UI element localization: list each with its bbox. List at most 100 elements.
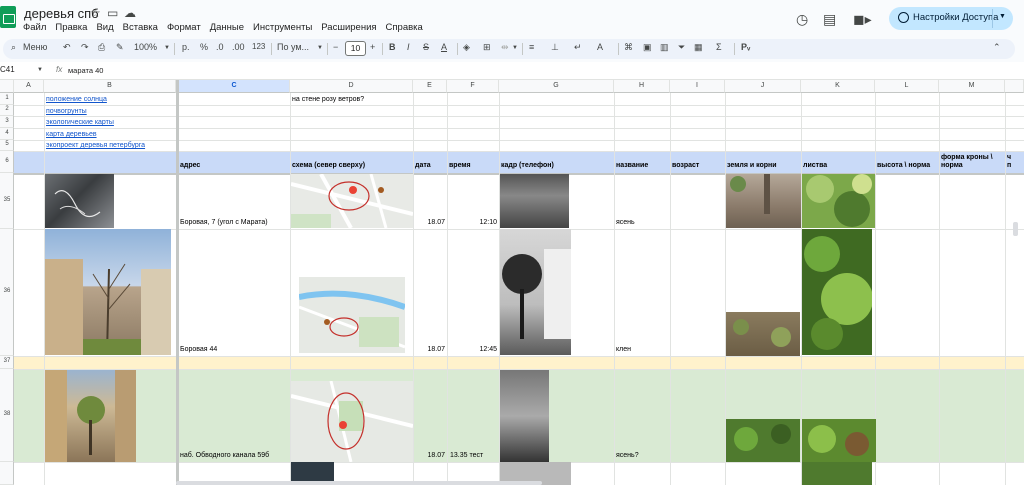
note-wind-rose[interactable]: на стене розу ветров? bbox=[292, 96, 364, 103]
insert-link-icon[interactable]: ⌘ bbox=[624, 42, 633, 53]
chevron-down-icon[interactable]: ▼ bbox=[999, 13, 1006, 20]
print-icon[interactable]: ⎙ bbox=[98, 42, 105, 53]
header-leaves[interactable]: листва bbox=[803, 162, 827, 169]
row-header[interactable] bbox=[0, 462, 14, 485]
column-header-e[interactable]: E bbox=[413, 80, 447, 93]
fill-color-icon[interactable]: ◈ bbox=[463, 42, 470, 53]
tree-photo[interactable] bbox=[45, 174, 114, 228]
column-header-b[interactable]: B bbox=[44, 80, 176, 93]
text-wrap-icon[interactable]: ↵ bbox=[574, 42, 582, 53]
font-size-decrease-icon[interactable]: − bbox=[333, 42, 338, 52]
menu-tools[interactable]: Инструменты bbox=[253, 22, 312, 33]
insert-chart-icon[interactable]: ▥ bbox=[660, 42, 669, 53]
vertical-align-icon[interactable]: ⊥ bbox=[551, 42, 559, 53]
chevron-down-icon[interactable]: ▼ bbox=[164, 45, 170, 51]
row38-name[interactable]: ясень? bbox=[616, 452, 639, 459]
meet-camera-icon[interactable]: ◼▸ bbox=[853, 11, 872, 28]
bold-icon[interactable]: B bbox=[389, 42, 396, 52]
menu-edit[interactable]: Правка bbox=[55, 22, 87, 33]
row-header[interactable]: 37 bbox=[0, 356, 14, 369]
menu-view[interactable]: Вид bbox=[96, 22, 113, 33]
text-rotation-icon[interactable]: A bbox=[597, 42, 603, 52]
row-header[interactable]: 6 bbox=[0, 151, 14, 173]
select-all-corner[interactable] bbox=[0, 80, 14, 93]
soil-roots-photo[interactable] bbox=[726, 174, 801, 228]
header-height[interactable]: высота \ норма bbox=[877, 162, 930, 169]
header-age[interactable]: возраст bbox=[672, 162, 699, 169]
horizontal-align-icon[interactable]: ≡ bbox=[529, 42, 534, 52]
map-scheme-image[interactable] bbox=[299, 277, 405, 353]
leaves-photo[interactable] bbox=[802, 174, 875, 228]
row-header[interactable]: 5 bbox=[0, 140, 14, 151]
column-header-f[interactable]: F bbox=[447, 80, 499, 93]
column-header-a[interactable]: A bbox=[14, 80, 44, 93]
link-eco-project[interactable]: экопроект деревья петербурга bbox=[46, 142, 145, 149]
redo-icon[interactable]: ↷ bbox=[81, 42, 89, 53]
soil-roots-photo[interactable] bbox=[726, 419, 800, 462]
formula-input[interactable]: марата 40 bbox=[68, 66, 103, 75]
header-date[interactable]: дата bbox=[415, 162, 431, 169]
row38-date[interactable]: 18.07 bbox=[413, 452, 445, 459]
menu-file[interactable]: Файл bbox=[23, 22, 46, 33]
leaves-photo[interactable] bbox=[802, 462, 872, 485]
percent-format-button[interactable]: % bbox=[200, 42, 208, 52]
column-header-l[interactable]: L bbox=[875, 80, 939, 93]
row-header[interactable]: 38 bbox=[0, 369, 14, 462]
row36-name[interactable]: клен bbox=[616, 346, 631, 353]
decrease-decimal-button[interactable]: .0 bbox=[216, 42, 224, 52]
chevron-down-icon[interactable]: ▼ bbox=[317, 45, 323, 51]
phone-frame-photo[interactable] bbox=[500, 174, 569, 228]
name-box[interactable]: C41 bbox=[0, 65, 15, 74]
row-header[interactable]: 1 bbox=[0, 93, 14, 105]
header-frame[interactable]: кадр (телефон) bbox=[501, 162, 554, 169]
chevron-down-icon[interactable]: ▼ bbox=[512, 45, 518, 51]
column-header-k[interactable]: K bbox=[801, 80, 875, 93]
header-cut-n[interactable]: ч bbox=[1007, 154, 1011, 161]
row35-date[interactable]: 18.07 bbox=[413, 219, 445, 226]
input-tools-icon[interactable]: Pᵥ bbox=[741, 42, 750, 52]
column-header-m[interactable]: M bbox=[939, 80, 1005, 93]
merge-cells-icon[interactable]: ⇹ bbox=[501, 42, 509, 53]
paint-format-icon[interactable]: ✎ bbox=[116, 42, 124, 53]
phone-frame-photo[interactable] bbox=[500, 229, 571, 355]
document-title[interactable]: деревья спб bbox=[24, 6, 99, 21]
map-scheme-image[interactable] bbox=[291, 174, 413, 228]
link-sun-position[interactable]: положение солнца bbox=[46, 96, 107, 103]
row-header[interactable]: 36 bbox=[0, 229, 14, 356]
increase-decimal-button[interactable]: .00 bbox=[232, 42, 245, 52]
share-button[interactable]: Настройки Доступа ▼ bbox=[889, 7, 1013, 30]
column-header-c[interactable]: C bbox=[179, 80, 290, 93]
leaves-photo[interactable] bbox=[802, 229, 872, 355]
vertical-scrollbar[interactable] bbox=[1013, 222, 1018, 236]
number-format-button[interactable]: 123 bbox=[252, 42, 265, 51]
map-scheme-image[interactable] bbox=[291, 381, 413, 462]
menu-search-label[interactable]: Меню bbox=[23, 42, 47, 52]
row38-time[interactable]: 13.35 тест bbox=[450, 452, 483, 459]
chevron-up-icon[interactable]: ⌃ bbox=[993, 42, 1001, 53]
link-tree-map[interactable]: карта деревьев bbox=[46, 131, 97, 138]
comments-icon[interactable]: ▤ bbox=[823, 11, 836, 28]
courtyard-tree-photo[interactable] bbox=[45, 370, 136, 462]
font-size-increase-icon[interactable]: + bbox=[370, 42, 375, 52]
column-header-d[interactable]: D bbox=[290, 80, 413, 93]
row-header[interactable]: 3 bbox=[0, 116, 14, 128]
row36-date[interactable]: 18.07 bbox=[413, 346, 445, 353]
borders-icon[interactable]: ⊞ bbox=[483, 42, 491, 53]
chevron-down-icon[interactable]: ▼ bbox=[37, 67, 43, 73]
filter-icon[interactable]: ⏷ bbox=[678, 42, 685, 53]
menu-data[interactable]: Данные bbox=[210, 22, 244, 33]
functions-icon[interactable]: Σ bbox=[716, 42, 722, 52]
leaves-photo[interactable] bbox=[802, 419, 876, 462]
row-header[interactable]: 2 bbox=[0, 105, 14, 116]
font-size-input[interactable]: 10 bbox=[345, 41, 366, 56]
phone-frame-photo[interactable] bbox=[500, 370, 549, 462]
header-crown-line1[interactable]: форма кроны \ bbox=[941, 154, 993, 161]
soil-roots-photo[interactable] bbox=[726, 312, 800, 356]
currency-format-button[interactable]: р. bbox=[182, 42, 190, 52]
row35-name[interactable]: ясень bbox=[616, 219, 635, 226]
row36-address[interactable]: Боровая 44 bbox=[180, 346, 217, 353]
horizontal-scrollbar[interactable] bbox=[176, 481, 542, 485]
row38-address[interactable]: наб. Обводного канала 59б bbox=[180, 452, 269, 459]
header-crown-line2[interactable]: норма bbox=[941, 162, 963, 169]
search-icon[interactable]: ⌕ bbox=[11, 42, 16, 53]
